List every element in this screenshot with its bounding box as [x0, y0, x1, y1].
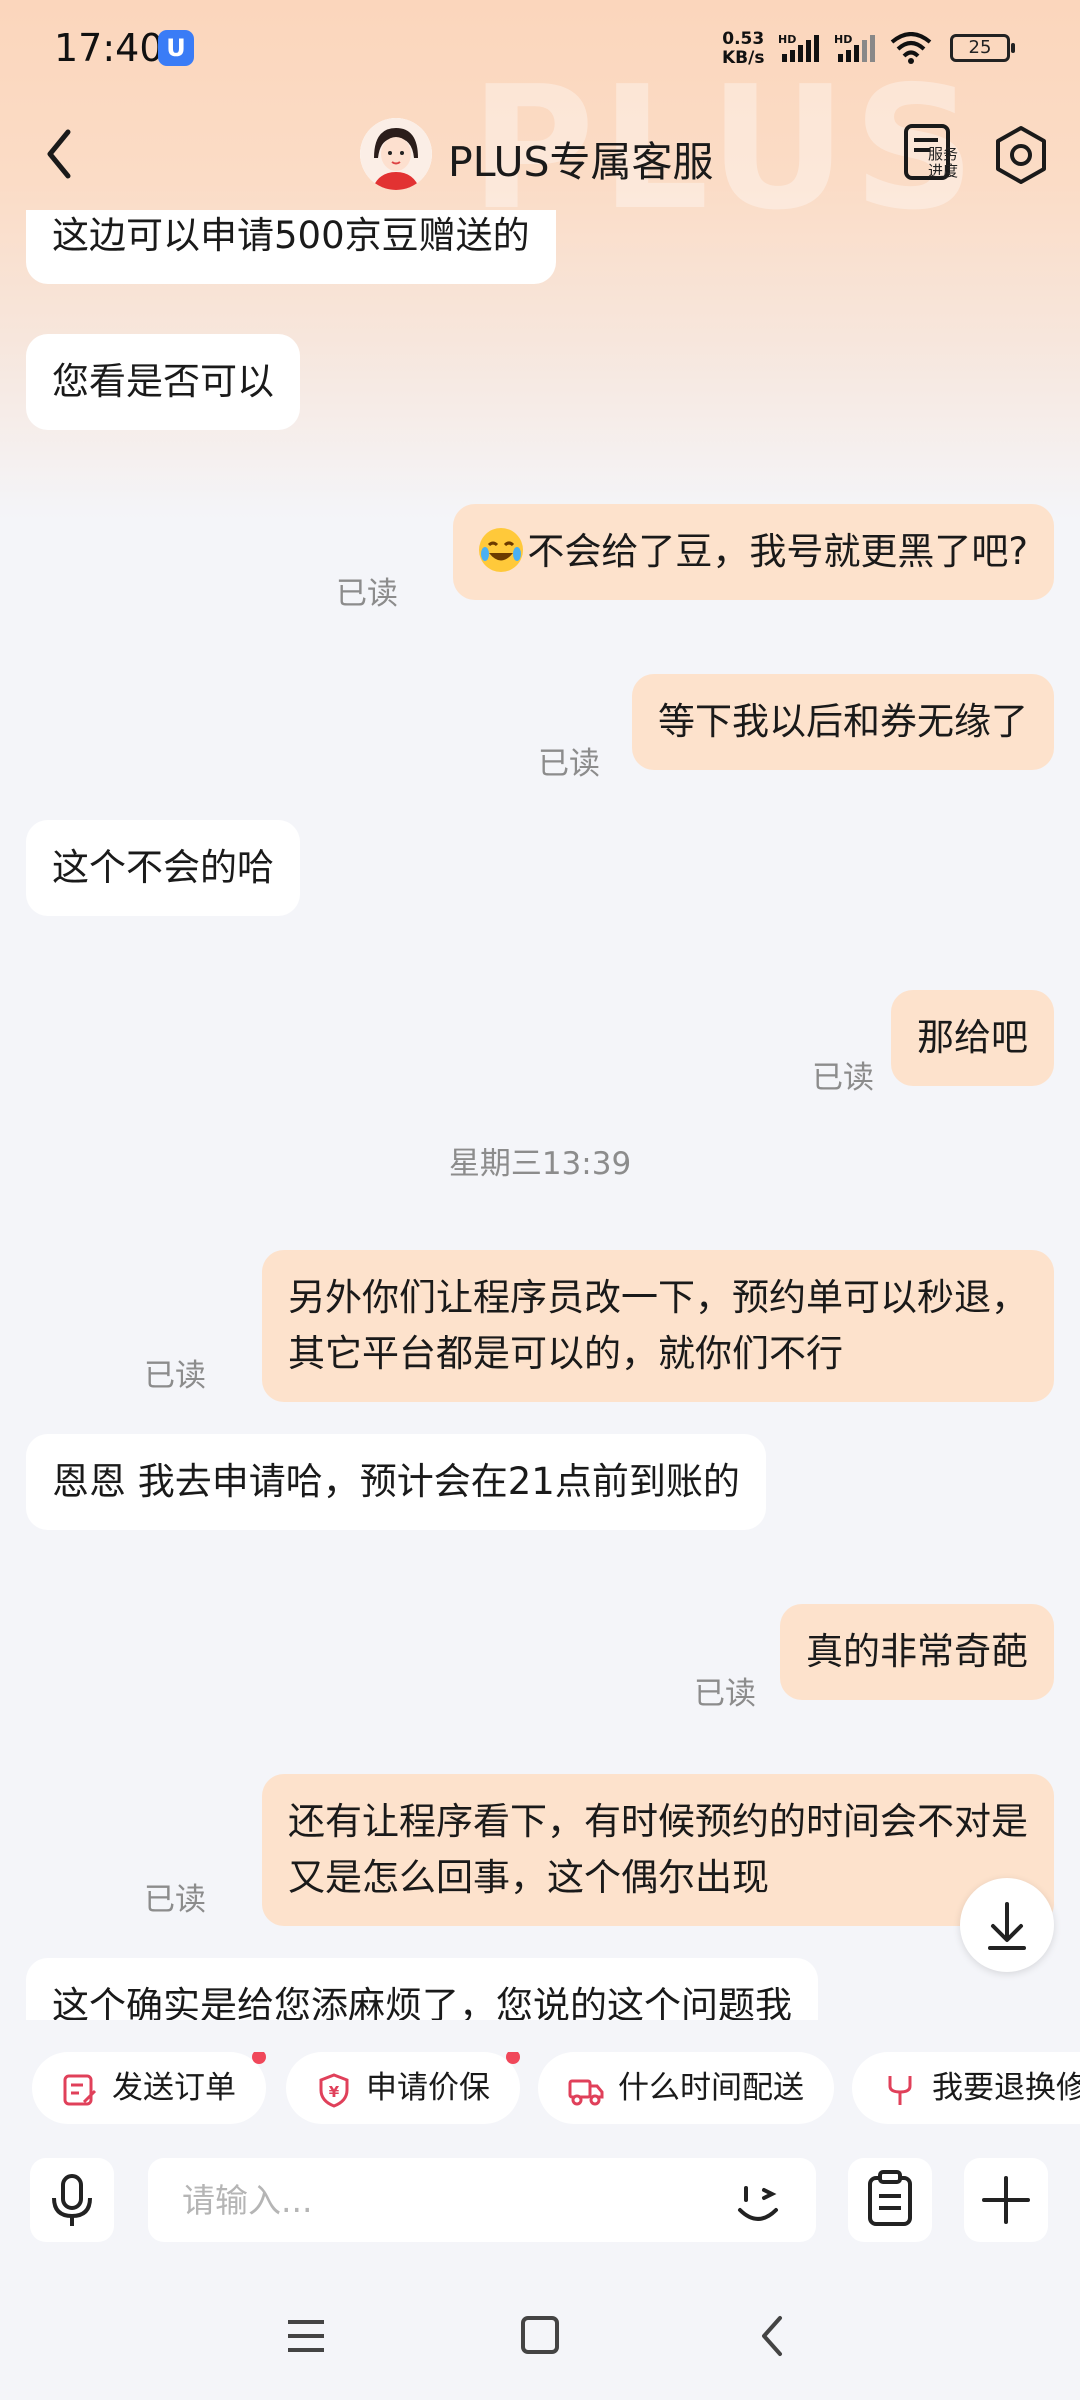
arrow-down-icon	[988, 1902, 1026, 1950]
message-bubble-agent[interactable]: 这个不会的哈	[26, 820, 300, 916]
message-input[interactable]	[148, 2158, 816, 2242]
message-bubble-user[interactable]: 还有让程序看下，有时候预约的时间会不对是 又是怎么回事，这个偶尔出现	[262, 1774, 1054, 1926]
status-time: 17:40	[54, 26, 164, 70]
read-receipt: 已读	[144, 1882, 206, 1918]
crying-laughing-emoji-icon	[479, 528, 524, 572]
clipboard-button[interactable]	[848, 2158, 932, 2242]
back-icon[interactable]	[744, 2308, 804, 2364]
svg-text:HD: HD	[834, 34, 852, 46]
emoji-wink-icon[interactable]	[730, 2174, 786, 2230]
service-progress-label: 服务 进度	[928, 145, 959, 180]
wrench-icon	[888, 2076, 912, 2105]
message-bubble-user[interactable]: 真的非常奇葩	[780, 1604, 1054, 1700]
quick-return-exchange[interactable]: 我要退换修	[852, 2052, 1080, 2124]
back-arrow-icon[interactable]	[36, 124, 86, 184]
message-bubble-user[interactable]: 不会给了豆，我号就更黑了吧?	[453, 504, 1054, 600]
message-bubble-user[interactable]: 另外你们让程序员改一下，预约单可以秒退， 其它平台都是可以的，就你们不行	[262, 1250, 1054, 1402]
notification-app-icon: U	[158, 30, 194, 66]
read-receipt: 已读	[336, 576, 398, 612]
time-divider: 星期三13:39	[448, 1146, 632, 1182]
svg-text:¥: ¥	[329, 2083, 340, 2101]
status-bar: 17:40 U 0.53 KB/s HD HD 25	[0, 0, 1080, 100]
yuan-shield-icon: ¥	[319, 2073, 349, 2108]
message-bubble-agent[interactable]: 恩恩 我去申请哈，预计会在21点前到账的	[26, 1434, 766, 1530]
quick-price-protect[interactable]: ¥ 申请价保	[286, 2052, 520, 2124]
voice-input-button[interactable]	[30, 2158, 114, 2242]
chat-header: PLUS专属客服 服务 进度	[0, 110, 1080, 200]
message-bubble-agent[interactable]: 这边可以申请500京豆赠送的	[26, 210, 556, 284]
delivery-truck-icon	[568, 2079, 604, 2106]
read-receipt: 已读	[538, 746, 600, 782]
page-title: PLUS专属客服	[448, 138, 714, 186]
quick-delivery-time[interactable]: 什么时间配送	[538, 2052, 834, 2124]
svg-text:HD: HD	[778, 34, 796, 46]
message-bubble-agent[interactable]: 您看是否可以	[26, 334, 300, 430]
home-icon[interactable]	[510, 2308, 570, 2364]
signal-1-icon: HD	[778, 34, 819, 62]
notification-dot	[506, 2052, 520, 2064]
message-bubble-user[interactable]: 等下我以后和券无缘了	[632, 674, 1054, 770]
read-receipt: 已读	[144, 1358, 206, 1394]
message-bubble-agent[interactable]: 这个确实是给您添麻烦了，您说的这个问题我	[26, 1958, 818, 2020]
microphone-icon	[52, 2174, 92, 2226]
message-composer	[0, 2158, 1080, 2246]
quick-action-bar[interactable]: 发送订单 ¥ 申请价保 什么时间配送 我要退换修	[0, 2052, 1080, 2128]
clipboard-icon	[868, 2170, 912, 2226]
message-bubble-user[interactable]: 那给吧	[891, 990, 1054, 1086]
notification-dot	[252, 2052, 266, 2064]
read-receipt: 已读	[694, 1676, 756, 1712]
more-options-button[interactable]	[964, 2158, 1048, 2242]
order-edit-icon	[63, 2074, 97, 2106]
menu-icon[interactable]	[276, 2308, 336, 2364]
settings-gear-icon[interactable]	[990, 124, 1052, 186]
plus-icon	[982, 2176, 1030, 2224]
quick-send-order[interactable]: 发送订单	[32, 2052, 266, 2124]
signal-2-icon: HD	[834, 34, 875, 62]
battery-indicator: 25	[950, 34, 1015, 62]
system-navigation-bar	[0, 2272, 1080, 2400]
scroll-to-bottom-button[interactable]	[960, 1878, 1054, 1972]
agent-avatar[interactable]	[360, 118, 432, 190]
network-speed: 0.53 KB/s	[722, 29, 765, 68]
read-receipt: 已读	[812, 1060, 874, 1096]
wifi-icon	[890, 32, 932, 64]
chat-message-list[interactable]: 这边可以申请500京豆赠送的 您看是否可以 已读 不会给了豆，我号就更黑了吧? …	[0, 210, 1080, 2020]
